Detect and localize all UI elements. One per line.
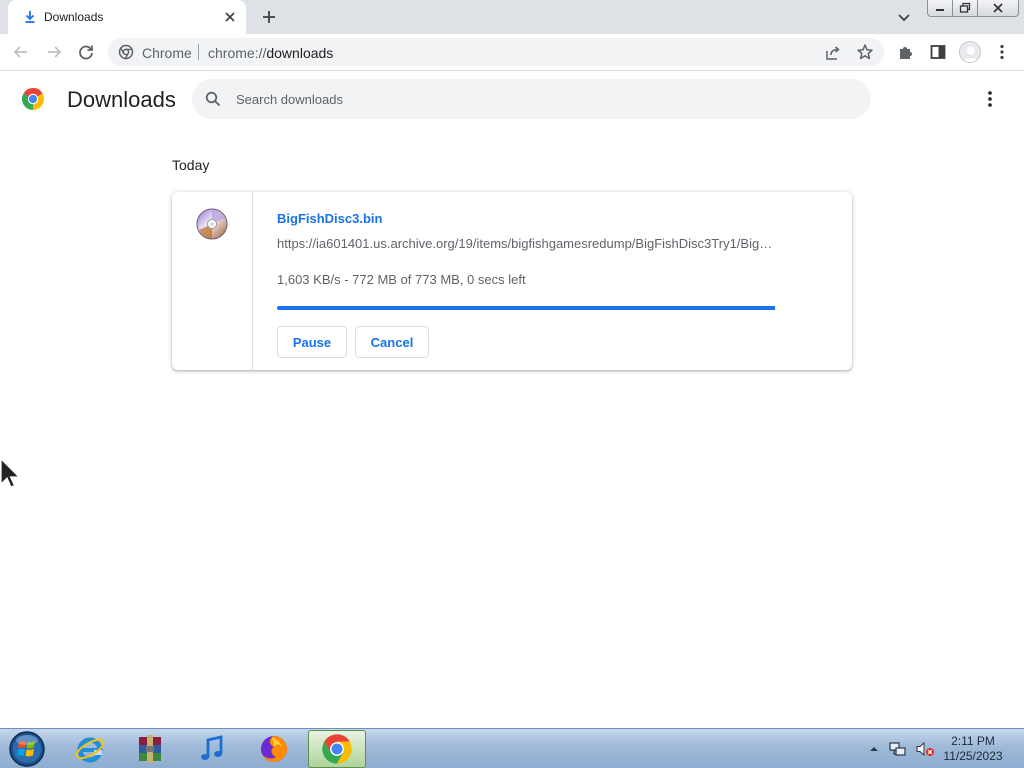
mouse-cursor-icon [0,458,21,488]
taskbar-itunes[interactable] [184,730,240,768]
clock-time: 2:11 PM [951,734,995,748]
chrome-icon [322,734,352,764]
search-box[interactable] [192,79,871,119]
date-label: Today [172,157,210,173]
taskbar-internet-explorer[interactable] [62,730,118,768]
chevron-down-icon[interactable] [896,9,912,25]
restore-icon [959,2,971,13]
url-host: downloads [266,45,334,61]
system-clock[interactable]: 2:11 PM 11/25/2023 [940,734,1006,764]
file-source-url: https://ia601401.us.archive.org/19/items… [277,236,777,251]
clock-date: 11/25/2023 [943,749,1003,763]
extensions-icon[interactable] [897,43,915,61]
close-icon [993,3,1003,13]
reload-icon[interactable] [77,43,95,61]
show-hidden-icons-icon[interactable] [869,744,879,754]
page-title: Downloads [67,87,176,112]
screen: Downloads Chrome chrome://downloads Down… [0,0,1024,768]
start-button-icon[interactable] [6,730,48,768]
browser-toolbar: Chrome chrome://downloads [0,34,1024,71]
back-icon[interactable] [12,43,30,61]
profile-icon [963,46,979,62]
tab-title: Downloads [44,10,104,24]
side-panel-icon[interactable] [929,43,947,61]
window-controls [927,0,1019,18]
itunes-icon [201,735,223,760]
winrar-icon [139,735,161,763]
close-tab-icon[interactable] [222,9,238,25]
search-input[interactable] [236,87,836,111]
bookmark-star-icon[interactable] [856,43,874,61]
share-icon[interactable] [824,44,842,62]
forward-icon[interactable] [45,43,63,61]
tab-downloads[interactable]: Downloads [8,0,246,34]
tab-strip: Downloads [0,0,1024,34]
file-name-link[interactable]: BigFishDisc3.bin [277,211,382,226]
card-divider [252,192,253,370]
progress-bar [277,306,776,310]
more-menu-icon[interactable] [993,43,1011,61]
network-icon[interactable] [889,740,907,758]
pause-button[interactable]: Pause [277,326,347,358]
more-actions-icon[interactable] [980,89,1000,109]
close-window-button[interactable] [978,0,1019,17]
taskbar-chrome[interactable] [308,730,366,768]
omnibox[interactable]: Chrome chrome://downloads [108,38,884,66]
minimize-button[interactable] [927,0,953,17]
firefox-icon [261,736,287,762]
internet-explorer-icon [75,737,105,763]
progress-status: 1,603 KB/s - 772 MB of 773 MB, 0 secs le… [277,272,526,287]
taskbar-winrar[interactable] [122,730,178,768]
disc-icon [196,208,228,240]
url-scheme: chrome:// [208,45,267,61]
restore-button[interactable] [953,0,978,17]
taskbar: 2:11 PM 11/25/2023 [0,728,1024,768]
chrome-site-icon[interactable] [118,44,134,60]
omnibox-chip: Chrome [142,45,192,61]
minimize-icon [936,9,944,11]
chrome-logo-icon [21,88,45,110]
profile-avatar[interactable] [959,41,981,63]
downloads-header: Downloads [0,72,1024,128]
cancel-button[interactable]: Cancel [355,326,429,358]
new-tab-icon[interactable] [260,8,278,26]
download-icon [25,11,35,23]
search-icon [205,91,221,107]
taskbar-firefox[interactable] [246,730,302,768]
omnibox-url[interactable]: chrome://downloads [208,45,333,61]
progress-fill [277,306,776,310]
volume-muted-icon[interactable] [915,740,935,758]
download-item-card: BigFishDisc3.bin https://ia601401.us.arc… [172,192,852,370]
omnibox-separator [198,44,199,60]
